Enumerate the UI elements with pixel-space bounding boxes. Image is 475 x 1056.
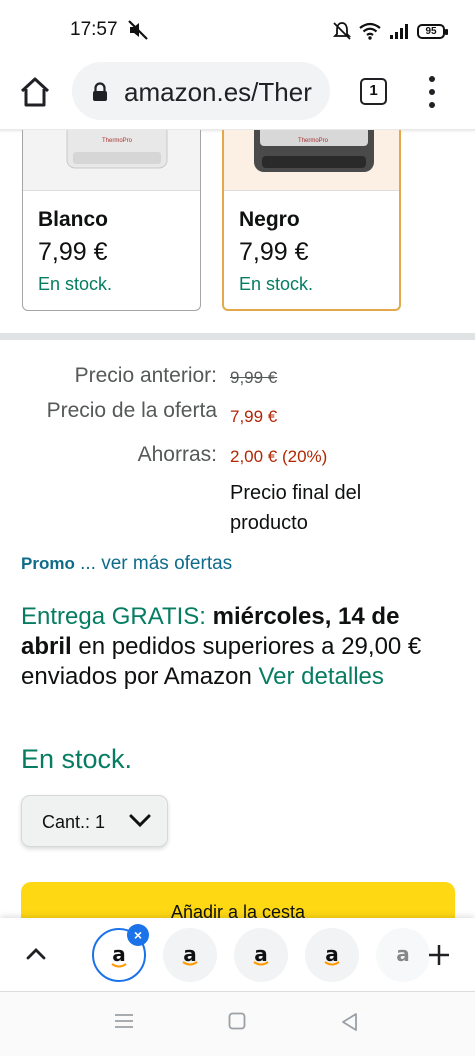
variant-image-black: ThermoPro — [224, 130, 399, 191]
availability-status: En stock. — [21, 744, 133, 774]
amazon-smile-icon — [111, 963, 127, 968]
variant-price: 7,99 € — [239, 238, 309, 266]
browser-toolbar: amazon.es/Ther 1 — [0, 58, 475, 130]
menu-icon[interactable] — [424, 76, 440, 108]
status-time: 17:57 — [70, 19, 118, 40]
status-icons: 95 — [333, 19, 448, 43]
variant-card-white[interactable]: ThermoPro Blanco 7,99 € En stock. — [22, 130, 201, 311]
amazon-logo-icon: a — [396, 941, 410, 966]
offer-price-value: 7,99 € — [230, 407, 278, 426]
promo-row[interactable]: Promo ... ver más ofertas — [21, 553, 232, 575]
more-offers-link[interactable]: ... ver más ofertas — [80, 553, 232, 574]
final-price-note: Precio final del producto — [230, 482, 362, 534]
tab-amazon[interactable]: a — [305, 928, 359, 982]
recents-menu-icon[interactable] — [114, 1012, 134, 1030]
mute-icon — [128, 20, 148, 40]
amazon-smile-icon — [324, 961, 340, 966]
savings-label: Ahorras: — [137, 443, 217, 466]
free-delivery-label: Entrega GRATIS: — [21, 603, 206, 630]
chevron-down-icon — [129, 814, 151, 828]
amazon-smile-icon — [182, 961, 198, 966]
section-divider — [0, 333, 475, 340]
variant-image-white: ThermoPro — [23, 130, 200, 191]
variant-card-black[interactable]: ThermoPro Negro 7,99 € En stock. — [222, 130, 401, 311]
tab-switcher-icon[interactable]: 1 — [360, 78, 387, 105]
offer-price-label: Precio de la oferta — [46, 399, 217, 422]
variant-name: Blanco — [38, 208, 109, 231]
quantity-dropdown[interactable]: Cant.: 1 — [21, 795, 168, 847]
delivery-details-link[interactable]: Ver detalles — [258, 663, 383, 690]
variant-name: Negro — [239, 208, 300, 231]
tab-amazon[interactable]: a — [234, 928, 288, 982]
home-nav-icon[interactable] — [228, 1012, 246, 1030]
address-bar[interactable]: amazon.es/Ther — [72, 62, 330, 120]
home-icon[interactable] — [18, 75, 52, 109]
variant-stock: En stock. — [239, 274, 314, 294]
wifi-icon — [359, 22, 381, 40]
variant-stock: En stock. — [38, 274, 113, 294]
previous-price-value: 9,99 € — [230, 368, 278, 387]
signal-icon — [390, 24, 408, 39]
delivery-info: Entrega GRATIS: miércoles, 14 de abril e… — [21, 602, 451, 692]
brand-mark: ThermoPro — [102, 138, 133, 144]
tab-amazon[interactable]: a — [163, 928, 217, 982]
quantity-text: Cant.: 1 — [42, 812, 106, 832]
previous-price-label: Precio anterior: — [74, 364, 217, 387]
brand-mark: ThermoPro — [298, 138, 329, 144]
amazon-smile-icon — [253, 961, 269, 966]
battery-icon: 95 — [417, 23, 448, 39]
variant-price: 7,99 € — [38, 238, 108, 266]
back-nav-icon[interactable] — [340, 1012, 358, 1032]
chevron-up-icon[interactable] — [25, 945, 47, 961]
tab-strip: a a a a a — [0, 918, 475, 992]
new-tab-plus-icon[interactable] — [428, 944, 450, 966]
tab-amazon-partial[interactable]: a — [376, 928, 430, 982]
lock-icon — [93, 82, 107, 101]
silent-bell-icon — [333, 22, 351, 40]
savings-value: 2,00 € (20%) — [230, 447, 328, 466]
status-bar: 17:57 95 — [0, 0, 475, 58]
promo-label: Promo — [21, 554, 75, 573]
quantity-value: 1 — [95, 812, 106, 832]
system-nav-bar — [0, 992, 475, 1056]
close-tab-icon[interactable]: × — [127, 924, 149, 946]
url-text: amazon.es/Ther — [124, 77, 312, 107]
